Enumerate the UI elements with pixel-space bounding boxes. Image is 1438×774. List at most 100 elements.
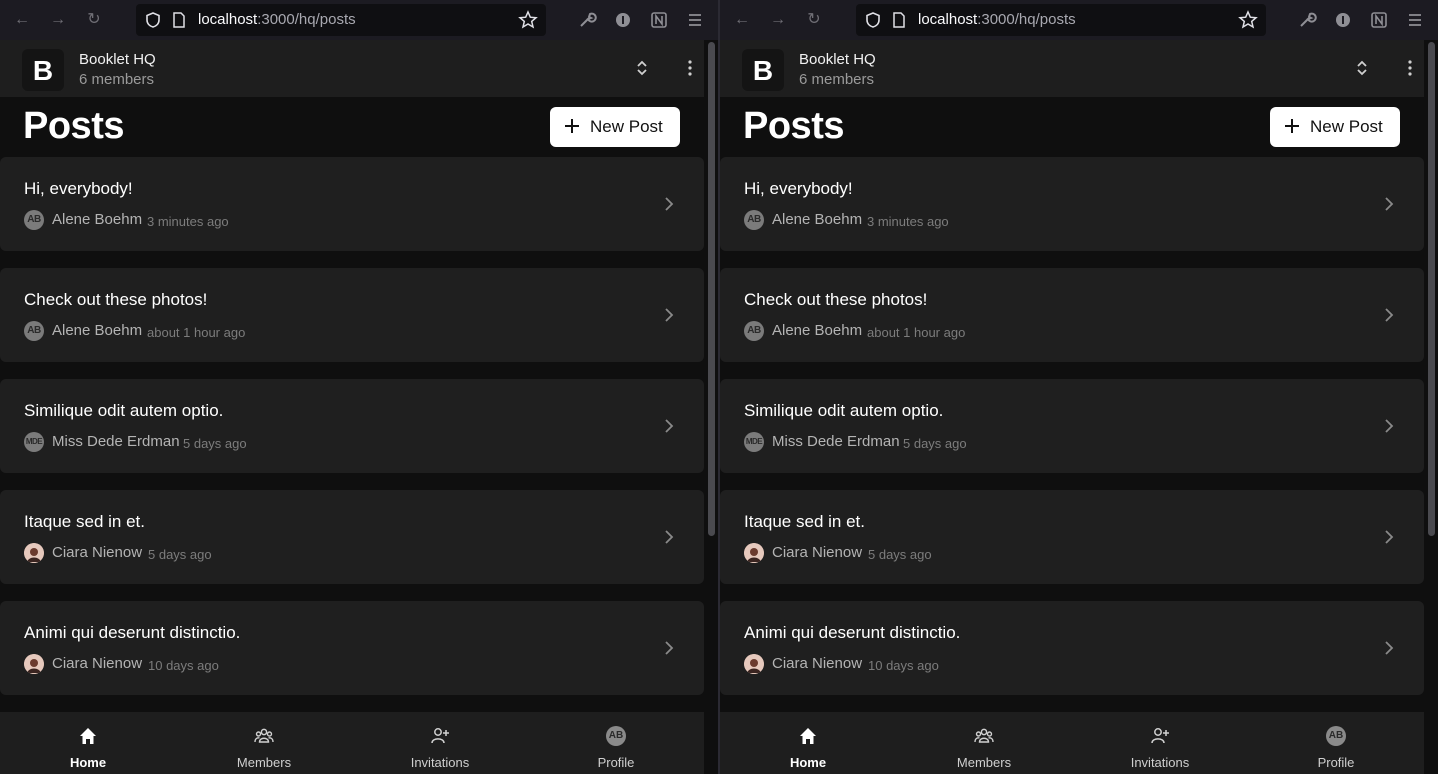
menu-icon[interactable] (685, 10, 705, 30)
chevron-right-icon (1385, 530, 1394, 544)
post-card[interactable]: Animi qui deserunt distinctio. Ciara Nie… (0, 601, 704, 695)
scrollbar[interactable] (1426, 40, 1436, 774)
url-bar[interactable]: localhost:3000/hq/posts (136, 4, 546, 36)
wrench-icon[interactable] (1297, 10, 1317, 30)
post-author: Ciara Nienow (772, 544, 863, 561)
extension-info-icon[interactable] (613, 10, 633, 30)
new-post-button[interactable]: New Post (1270, 107, 1400, 147)
post-time: 5 days ago (148, 547, 212, 562)
extension-info-icon[interactable] (1333, 10, 1353, 30)
org-logo: B (742, 49, 784, 91)
org-logo: B (22, 49, 64, 91)
nav-members[interactable]: Members (896, 712, 1072, 774)
back-arrow-icon[interactable]: ← (732, 10, 752, 30)
post-card[interactable]: Itaque sed in et. Ciara Nienow 5 days ag… (0, 490, 704, 584)
page-icon (173, 12, 185, 28)
post-title: Check out these photos! (24, 290, 208, 309)
browser-toolbar: ← → ↻ localhost:3000/hq/posts (0, 0, 718, 40)
new-post-label: New Post (590, 117, 663, 136)
nav-profile[interactable]: AB Profile (1248, 712, 1424, 774)
home-icon (800, 728, 816, 744)
more-vertical-icon[interactable] (680, 58, 700, 78)
bottom-nav: Home Members Invitations AB Profile (0, 712, 704, 774)
notion-icon[interactable] (1369, 10, 1389, 30)
reload-icon[interactable]: ↻ (84, 10, 104, 30)
post-title: Itaque sed in et. (744, 512, 865, 531)
reload-icon[interactable]: ↻ (804, 10, 824, 30)
url-host: localhost (198, 11, 258, 28)
org-name: Booklet HQ (799, 51, 876, 68)
post-card[interactable]: Similique odit autem optio. MDE Miss Ded… (0, 379, 704, 473)
profile-avatar: AB (1326, 726, 1346, 746)
nav-profile-label: Profile (597, 755, 635, 770)
post-author: Alene Boehm (52, 211, 143, 228)
menu-icon[interactable] (1405, 10, 1425, 30)
post-title: Similique odit autem optio. (744, 401, 944, 420)
forward-arrow-icon[interactable]: → (48, 10, 68, 30)
author-avatar-photo (744, 654, 764, 674)
post-card[interactable]: Similique odit autem optio. MDE Miss Ded… (720, 379, 1424, 473)
author-avatar: AB (744, 321, 764, 341)
page-icon (893, 12, 905, 28)
nav-members[interactable]: Members (176, 712, 352, 774)
org-member-count: 6 members (799, 71, 875, 88)
nav-invitations[interactable]: Invitations (1072, 712, 1248, 774)
more-vertical-icon[interactable] (1400, 58, 1420, 78)
post-author: Ciara Nienow (772, 655, 863, 672)
new-post-label: New Post (1310, 117, 1383, 136)
post-card[interactable]: Check out these photos! AB Alene Boehm a… (0, 268, 704, 362)
nav-home[interactable]: Home (0, 712, 176, 774)
nav-profile[interactable]: AB Profile (528, 712, 704, 774)
url-host: localhost (918, 11, 978, 28)
shield-icon[interactable] (864, 11, 882, 29)
org-header[interactable]: B Booklet HQ 6 members (720, 40, 1424, 97)
nav-invitations-label: Invitations (410, 755, 470, 770)
post-author: Ciara Nienow (52, 544, 143, 561)
post-title: Animi qui deserunt distinctio. (744, 623, 961, 642)
url-bar[interactable]: localhost:3000/hq/posts (856, 4, 1266, 36)
post-time: 10 days ago (868, 658, 939, 673)
post-card[interactable]: Check out these photos! AB Alene Boehm a… (720, 268, 1424, 362)
chevron-right-icon (665, 308, 674, 322)
nav-home[interactable]: Home (720, 712, 896, 774)
url-path: :3000/hq/posts (257, 11, 356, 28)
chevron-right-icon (1385, 197, 1394, 211)
forward-arrow-icon[interactable]: → (768, 10, 788, 30)
nav-invitations[interactable]: Invitations (352, 712, 528, 774)
url-text[interactable]: localhost:3000/hq/posts (198, 11, 356, 28)
browser-toolbar: ← → ↻ localhost:3000/hq/posts (720, 0, 1438, 40)
post-time: 3 minutes ago (867, 214, 949, 229)
author-avatar: MDE (744, 432, 764, 452)
url-path: :3000/hq/posts (977, 11, 1076, 28)
chevron-right-icon (665, 530, 674, 544)
profile-avatar: AB (606, 726, 626, 746)
chevron-up-down-icon[interactable] (632, 58, 652, 78)
post-card[interactable]: Hi, everybody! AB Alene Boehm 3 minutes … (720, 157, 1424, 251)
url-text[interactable]: localhost:3000/hq/posts (918, 11, 1076, 28)
scrollbar-thumb[interactable] (1428, 42, 1435, 536)
org-header[interactable]: B Booklet HQ 6 members (0, 40, 704, 97)
wrench-icon[interactable] (577, 10, 597, 30)
nav-profile-label: Profile (1317, 755, 1355, 770)
back-arrow-icon[interactable]: ← (12, 10, 32, 30)
post-time: 10 days ago (148, 658, 219, 673)
bookmark-star-icon[interactable] (518, 10, 538, 30)
chevron-up-down-icon[interactable] (1352, 58, 1372, 78)
post-author: Ciara Nienow (52, 655, 143, 672)
post-card[interactable]: Hi, everybody! AB Alene Boehm 3 minutes … (0, 157, 704, 251)
post-title: Check out these photos! (744, 290, 928, 309)
notion-icon[interactable] (649, 10, 669, 30)
post-author: Alene Boehm (52, 322, 143, 339)
post-card[interactable]: Itaque sed in et. Ciara Nienow 5 days ag… (720, 490, 1424, 584)
chevron-right-icon (1385, 308, 1394, 322)
post-time: 5 days ago (903, 436, 967, 451)
scrollbar-thumb[interactable] (708, 42, 715, 536)
bookmark-star-icon[interactable] (1238, 10, 1258, 30)
shield-icon[interactable] (144, 11, 162, 29)
nav-home-label: Home (789, 755, 827, 770)
post-card[interactable]: Animi qui deserunt distinctio. Ciara Nie… (720, 601, 1424, 695)
new-post-button[interactable]: New Post (550, 107, 680, 147)
author-avatar: AB (24, 321, 44, 341)
scrollbar[interactable] (706, 40, 716, 774)
post-author: Miss Dede Erdman (52, 433, 180, 450)
